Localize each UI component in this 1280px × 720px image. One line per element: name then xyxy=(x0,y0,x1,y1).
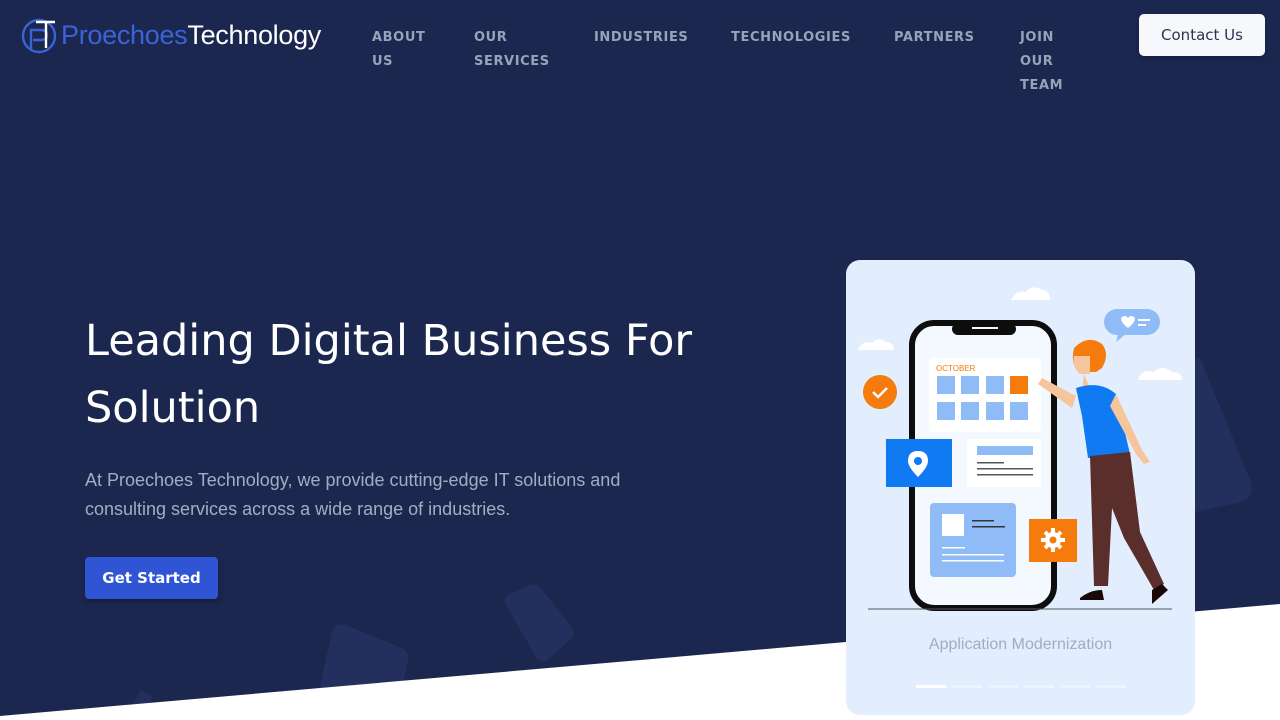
hero-description-line: At Proechoes Technology, we provide cutt… xyxy=(85,470,621,490)
site-header: ProechoesTechnology ABOUT US OUR SERVICE… xyxy=(0,0,1280,100)
hero-title: Leading Digital Business For Solution xyxy=(85,308,785,442)
hero-description: At Proechoes Technology, we provide cutt… xyxy=(85,466,665,524)
location-pin-card xyxy=(886,439,952,487)
nav-item-technologies[interactable]: TECHNOLOGIES xyxy=(731,26,851,50)
contact-us-button[interactable]: Contact Us xyxy=(1139,14,1265,56)
slider-dot[interactable] xyxy=(916,685,946,688)
slide-caption: Application Modernization xyxy=(928,636,1113,653)
slider-dot[interactable] xyxy=(1024,685,1054,688)
heart-chat-bubble-icon xyxy=(1104,309,1160,342)
nav-item-join-our-team[interactable]: JOIN OUR TEAM xyxy=(1020,26,1063,98)
brand-logo[interactable]: ProechoesTechnology xyxy=(21,16,321,54)
calendar-month: OCTOBER xyxy=(936,364,976,373)
nav-item-about-us[interactable]: ABOUT US xyxy=(372,26,425,74)
nav-label-line: OUR xyxy=(474,30,508,45)
hero-title-line: Leading Digital Business For xyxy=(85,316,693,366)
checkmark-badge-icon xyxy=(863,375,897,409)
hero-description-line: consulting services across a wide range … xyxy=(85,499,511,519)
pt-monogram-logo-icon xyxy=(21,18,57,54)
nav-item-industries[interactable]: INDUSTRIES xyxy=(594,26,688,50)
nav-label-line: TECHNOLOGIES xyxy=(731,30,851,45)
profile-card xyxy=(930,503,1016,577)
hero-title-line: Solution xyxy=(85,383,261,433)
app-modernization-illustration: OCTOBER xyxy=(858,287,1182,611)
slider-pagination xyxy=(916,685,1126,688)
nav-label-line: TEAM xyxy=(1020,78,1064,93)
nav-item-our-services[interactable]: OUR SERVICES xyxy=(474,26,550,74)
slider-dot[interactable] xyxy=(1096,685,1126,688)
gear-settings-icon xyxy=(1029,519,1077,562)
nav-label-line: SERVICES xyxy=(474,54,550,69)
nav-label-line: JOIN xyxy=(1020,30,1055,45)
nav-label-line: US xyxy=(372,54,394,69)
nav-label-line: INDUSTRIES xyxy=(594,30,689,45)
nav-item-partners[interactable]: PARTNERS xyxy=(894,26,975,50)
nav-label-line: ABOUT xyxy=(372,30,426,45)
calendar-widget: OCTOBER xyxy=(929,358,1041,432)
nav-label-line: PARTNERS xyxy=(894,30,975,45)
service-slider-card: OCTOBER Application Modernization xyxy=(846,260,1195,715)
brand-name: ProechoesTechnology xyxy=(61,20,321,51)
slider-dot[interactable] xyxy=(1060,685,1090,688)
slider-dot[interactable] xyxy=(988,685,1018,688)
text-card xyxy=(967,439,1041,487)
slider-dot[interactable] xyxy=(952,685,982,688)
brand-name-part1: Proechoes xyxy=(61,19,188,50)
nav-label-line: OUR xyxy=(1020,54,1054,69)
get-started-button[interactable]: Get Started xyxy=(85,557,218,599)
brand-name-part2: Technology xyxy=(187,19,321,50)
